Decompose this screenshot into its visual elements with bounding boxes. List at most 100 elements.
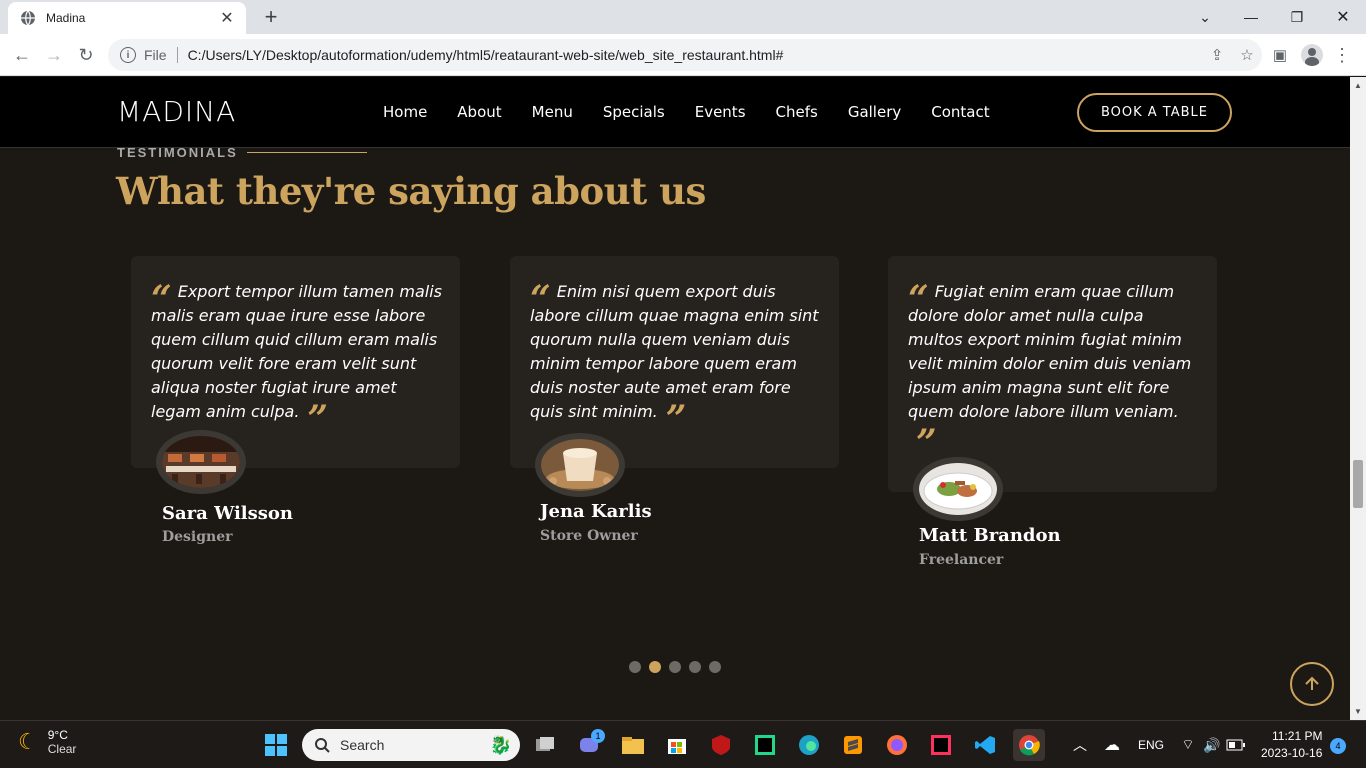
pagination-dot[interactable] [669,661,681,673]
chrome-icon[interactable] [1013,729,1045,761]
forward-button[interactable]: → [40,41,68,69]
search-placeholder: Search [340,737,385,753]
testimonial-quote: “Enim nisi quem export duis labore cillu… [530,277,822,437]
tab-title: Madina [46,11,86,25]
edge-icon[interactable] [793,729,825,761]
mcafee-icon[interactable] [705,729,737,761]
quote-close-icon: ” [916,421,937,464]
testimonial-quote: “Fugiat enim eram quae cillum dolore dol… [908,277,1200,461]
back-to-top-button[interactable] [1290,662,1334,706]
nav-specials[interactable]: Specials [603,103,665,121]
minimize-button[interactable]: — [1228,0,1274,34]
author-role: Freelancer [919,552,1004,568]
avatar [913,457,1003,521]
page-scrollbar[interactable]: ▲ ▼ [1350,77,1366,720]
os-taskbar: ☾ 9°C Clear Search 🐉 1 ︿ ☁ ENG ⌔ 🔊 11:21… [0,720,1366,768]
weather-desc: Clear [47,742,77,756]
onedrive-cloud-icon[interactable]: ☁ [1096,729,1128,761]
share-icon[interactable]: ⇪ [1202,46,1232,64]
ms-store-icon[interactable] [661,729,693,761]
tab-search-icon[interactable]: ⌄ [1182,0,1228,34]
maximize-button[interactable]: ❐ [1274,0,1320,34]
site-logo[interactable]: MADINA [117,95,236,128]
nav-chefs[interactable]: Chefs [776,103,818,121]
section-label: TESTIMONIALS [117,145,238,160]
bookmark-star-icon[interactable]: ☆ [1232,46,1262,64]
weather-widget[interactable]: ☾ 9°C Clear [18,728,76,756]
nav-events[interactable]: Events [695,103,746,121]
testimonial-quote: “Export tempor illum tamen malis malis e… [151,277,443,437]
quote-text: Export tempor illum tamen malis malis er… [151,282,442,421]
browser-tabbar: Madina ✕ + ⌄ — ❐ ✕ [0,0,1366,34]
quote-close-icon: ” [307,397,329,440]
taskbar-search[interactable]: Search 🐉 [302,729,520,761]
arrow-up-icon [1305,676,1319,690]
teams-badge: 1 [591,729,605,743]
author-name: Matt Brandon [919,525,1061,546]
firefox-icon[interactable] [881,729,913,761]
quote-open-icon: “ [908,277,929,320]
start-button[interactable] [260,729,292,761]
nav-about[interactable]: About [457,103,501,121]
quote-text: Fugiat enim eram quae cillum dolore dolo… [908,282,1192,421]
quote-open-icon: “ [530,277,551,320]
quote-open-icon: “ [151,277,172,320]
profile-avatar[interactable] [1298,41,1326,69]
address-bar[interactable]: i File C:/Users/LY/Desktop/autoformation… [108,39,1262,71]
clock-date[interactable]: 2023-10-16 [1261,746,1322,760]
new-tab-button[interactable]: + [258,4,284,30]
input-language[interactable]: ENG [1138,738,1164,752]
quote-close-icon: ” [665,397,687,440]
file-explorer-icon[interactable] [617,729,649,761]
dragon-icon: 🐉 [489,734,512,755]
tab-close-icon[interactable]: ✕ [218,8,236,28]
page-viewport: MADINA Home About Menu Specials Events C… [0,77,1350,720]
dessert-cup-image [541,439,619,491]
nav-menu[interactable]: Menu [532,103,573,121]
section-divider [247,152,367,153]
scroll-down-arrow-icon[interactable]: ▼ [1354,707,1362,716]
back-button[interactable]: ← [8,41,36,69]
pagination-dot-active[interactable] [649,661,661,673]
scroll-up-arrow-icon[interactable]: ▲ [1354,81,1362,90]
moon-icon: ☾ [18,729,38,754]
globe-icon [21,10,35,26]
avatar [535,433,625,497]
browser-tab[interactable]: Madina ✕ [8,2,246,34]
task-view-icon[interactable] [529,729,561,761]
carousel-pagination [629,661,721,673]
intellij-icon[interactable] [925,729,957,761]
author-name: Jena Karlis [540,501,652,522]
sublime-text-icon[interactable] [837,729,869,761]
pycharm-icon[interactable] [749,729,781,761]
notification-badge[interactable]: 4 [1330,738,1346,754]
book-table-button[interactable]: BOOK A TABLE [1077,93,1232,132]
vscode-icon[interactable] [969,729,1001,761]
section-title: What they're saying about us [116,169,706,213]
pagination-dot[interactable] [629,661,641,673]
nav-contact[interactable]: Contact [931,103,989,121]
url-text[interactable]: C:/Users/LY/Desktop/autoformation/udemy/… [188,47,1202,63]
pagination-dot[interactable] [709,661,721,673]
menu-kebab-icon[interactable]: ⋮ [1328,41,1356,69]
address-separator [176,47,178,63]
scheme-label: File [144,47,167,63]
clock-time[interactable]: 11:21 PM [1272,729,1322,743]
windows-logo-icon [265,734,287,756]
reload-button[interactable]: ↻ [72,41,100,69]
nav-gallery[interactable]: Gallery [848,103,901,121]
scrollbar-thumb[interactable] [1353,460,1363,508]
pagination-dot[interactable] [689,661,701,673]
avatar [156,430,246,494]
author-name: Sara Wilsson [162,503,294,524]
author-role: Store Owner [540,528,638,544]
salad-plate-image [919,463,997,515]
site-header: MADINA Home About Menu Specials Events C… [0,77,1350,148]
info-icon[interactable]: i [120,47,136,63]
battery-icon[interactable] [1220,729,1252,761]
nav-home[interactable]: Home [383,103,427,121]
side-panel-icon[interactable]: ▣ [1266,41,1294,69]
close-window-button[interactable]: ✕ [1320,0,1366,34]
testimonial-card: “Fugiat enim eram quae cillum dolore dol… [888,256,1217,492]
tray-chevron-icon[interactable]: ︿ [1064,729,1096,761]
